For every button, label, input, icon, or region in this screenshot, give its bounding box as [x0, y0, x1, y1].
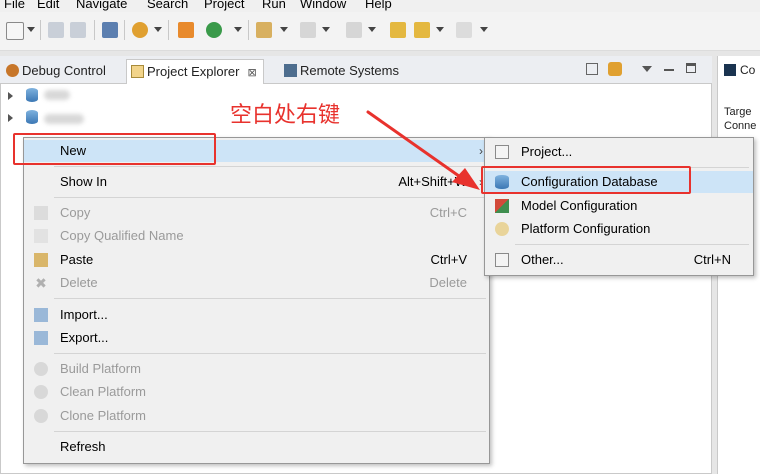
annotation-arrow [366, 110, 480, 190]
